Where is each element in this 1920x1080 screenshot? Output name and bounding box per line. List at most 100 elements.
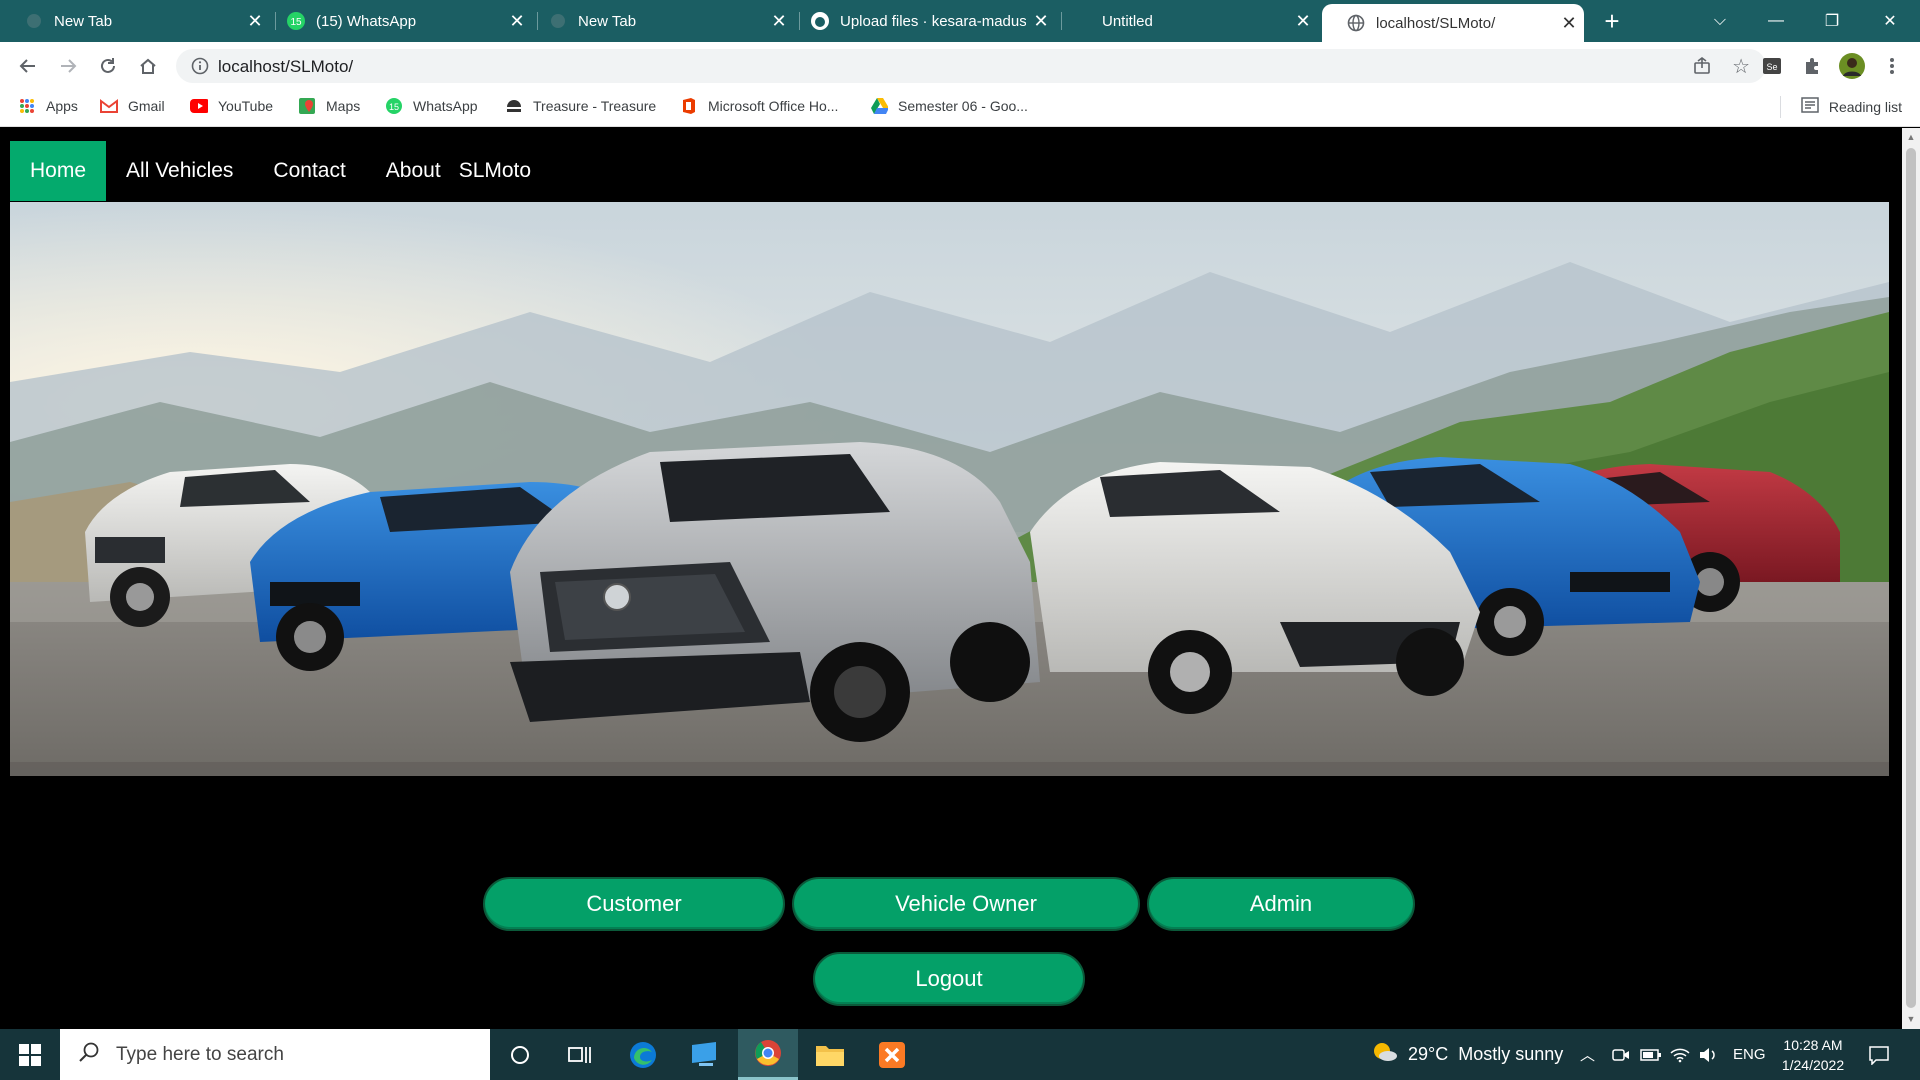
new-tab-plus-icon[interactable]: + xyxy=(1598,8,1626,36)
volume-icon[interactable] xyxy=(1698,1029,1718,1080)
maps-icon xyxy=(298,97,316,115)
tab-slmoto[interactable]: localhost/SLMoto/ ✕ xyxy=(1322,4,1584,42)
newtab-favicon-icon xyxy=(24,11,44,31)
bookmark-label: Apps xyxy=(46,98,78,114)
bookmark-gmail[interactable]: Gmail xyxy=(100,97,165,115)
browser-menu-kebab-icon[interactable] xyxy=(1876,50,1908,82)
bookmark-drive[interactable]: Semester 06 - Goo... xyxy=(870,97,1028,115)
tab-github[interactable]: Upload files · kesara-madus ✕ xyxy=(786,0,1056,42)
cortana-circle-icon[interactable] xyxy=(490,1029,550,1080)
share-icon[interactable] xyxy=(1692,56,1712,81)
customer-button[interactable]: Customer xyxy=(483,877,785,931)
tab-newtab-2[interactable]: New Tab ✕ xyxy=(524,0,794,42)
office-icon xyxy=(680,97,698,115)
page-scrollbar[interactable]: ▲ ▼ xyxy=(1902,128,1920,1029)
extensions-puzzle-icon[interactable] xyxy=(1796,50,1828,82)
extension-se-icon[interactable]: Se xyxy=(1756,50,1788,82)
close-icon[interactable]: ✕ xyxy=(1288,11,1318,32)
svg-text:15: 15 xyxy=(389,102,399,112)
restore-icon[interactable]: ❐ xyxy=(1804,0,1860,42)
tab-label: Upload files · kesara-madus xyxy=(840,12,1026,30)
task-view-icon[interactable] xyxy=(550,1029,610,1080)
site-info-icon[interactable] xyxy=(190,56,210,76)
tab-strip: New Tab ✕ 15 (15) WhatsApp ✕ New Tab ✕ U… xyxy=(0,0,1920,42)
youtube-icon xyxy=(190,97,208,115)
window-close-icon[interactable]: ✕ xyxy=(1862,0,1918,42)
bookmark-star-icon[interactable]: ☆ xyxy=(1732,54,1750,79)
admin-button[interactable]: Admin xyxy=(1147,877,1415,931)
globe-favicon-icon xyxy=(1346,13,1366,33)
tab-label: (15) WhatsApp xyxy=(316,12,417,30)
bookmark-maps[interactable]: Maps xyxy=(298,97,360,115)
nav-contact[interactable]: Contact xyxy=(253,141,365,201)
tab-newtab-1[interactable]: New Tab ✕ xyxy=(0,0,270,42)
car-lineup-illustration xyxy=(10,202,1889,776)
svg-text:Se: Se xyxy=(1766,62,1777,72)
bookmark-treasure[interactable]: Treasure - Treasure xyxy=(505,97,656,115)
reading-list[interactable]: Reading list xyxy=(1801,97,1902,116)
reload-icon[interactable] xyxy=(92,50,124,82)
home-icon[interactable] xyxy=(132,50,164,82)
search-icon xyxy=(78,1041,102,1068)
bookmark-label: WhatsApp xyxy=(413,98,478,114)
tab-label: Untitled xyxy=(1102,12,1153,30)
wifi-icon[interactable] xyxy=(1670,1029,1690,1080)
hero-banner-image xyxy=(10,202,1889,776)
bookmark-youtube[interactable]: YouTube xyxy=(190,97,273,115)
bookmark-apps[interactable]: Apps xyxy=(18,97,78,115)
forward-arrow-icon[interactable] xyxy=(52,50,84,82)
newtab-favicon-icon xyxy=(548,11,568,31)
xampp-icon[interactable] xyxy=(862,1029,922,1080)
file-explorer-icon[interactable] xyxy=(800,1029,860,1080)
weather-widget[interactable]: 29°C Mostly sunny xyxy=(1372,1029,1563,1080)
close-icon[interactable]: ✕ xyxy=(1554,13,1584,34)
nav-home[interactable]: Home xyxy=(10,141,107,201)
edge-browser-icon[interactable] xyxy=(613,1029,673,1080)
svg-text:15: 15 xyxy=(290,17,302,28)
bookmark-whatsapp[interactable]: 15 WhatsApp xyxy=(385,97,478,115)
treasure-icon xyxy=(505,97,523,115)
tab-untitled[interactable]: Untitled ✕ xyxy=(1048,0,1318,42)
tab-search-chevron-icon[interactable]: ⌵ xyxy=(1692,0,1748,42)
show-hidden-icons-chevron-icon[interactable]: ︿ xyxy=(1580,1029,1595,1080)
taskbar-search-box[interactable]: Type here to search xyxy=(60,1029,490,1080)
windows-start-icon[interactable] xyxy=(0,1029,60,1080)
drive-icon xyxy=(870,97,888,115)
page-content: Home All Vehicles Contact About SLMoto C… xyxy=(0,128,1902,1029)
whatsapp-icon: 15 xyxy=(385,97,403,115)
bookmark-label: Semester 06 - Goo... xyxy=(898,98,1028,114)
system-clock[interactable]: 10:28 AM 1/24/2022 xyxy=(1768,1035,1858,1075)
tab-label: New Tab xyxy=(54,12,113,30)
bookmark-label: Maps xyxy=(326,98,361,114)
tab-label: localhost/SLMoto/ xyxy=(1376,14,1496,32)
reading-list-label: Reading list xyxy=(1828,98,1902,115)
battery-icon[interactable] xyxy=(1640,1029,1662,1080)
scroll-up-arrow-icon[interactable]: ▲ xyxy=(1906,132,1916,142)
bookmarks-bar: Apps Gmail YouTube Maps 15 WhatsApp Trea… xyxy=(0,89,1920,127)
bookmark-office[interactable]: Microsoft Office Ho... xyxy=(680,97,838,115)
partly-sunny-icon xyxy=(1372,1041,1398,1068)
whatsapp-favicon-icon: 15 xyxy=(286,11,306,31)
remote-desktop-icon[interactable] xyxy=(674,1029,734,1080)
logout-button[interactable]: Logout xyxy=(813,952,1085,1006)
scrollbar-thumb[interactable] xyxy=(1906,148,1916,1008)
bookmark-label: Gmail xyxy=(128,98,165,114)
nav-about[interactable]: About xyxy=(366,141,461,201)
address-url: localhost/SLMoto/ xyxy=(218,57,354,76)
language-indicator[interactable]: ENG xyxy=(1733,1029,1766,1080)
tab-whatsapp[interactable]: 15 (15) WhatsApp ✕ xyxy=(262,0,532,42)
nav-all-vehicles[interactable]: All Vehicles xyxy=(106,141,253,201)
meet-now-icon[interactable] xyxy=(1612,1029,1630,1080)
chrome-icon[interactable] xyxy=(738,1029,798,1080)
minimize-icon[interactable]: — xyxy=(1748,0,1804,42)
clock-date: 1/24/2022 xyxy=(1781,1057,1845,1073)
bookmark-label: YouTube xyxy=(218,98,274,114)
bookmark-label: Treasure - Treasure xyxy=(533,98,657,114)
back-arrow-icon[interactable] xyxy=(12,50,44,82)
tab-label: New Tab xyxy=(578,12,637,30)
scroll-down-arrow-icon[interactable]: ▼ xyxy=(1906,1014,1916,1024)
profile-avatar[interactable] xyxy=(1836,50,1868,82)
vehicle-owner-button[interactable]: Vehicle Owner xyxy=(792,877,1140,931)
address-bar[interactable]: localhost/SLMoto/ ☆ xyxy=(176,49,1766,83)
notifications-icon[interactable] xyxy=(1868,1029,1890,1080)
